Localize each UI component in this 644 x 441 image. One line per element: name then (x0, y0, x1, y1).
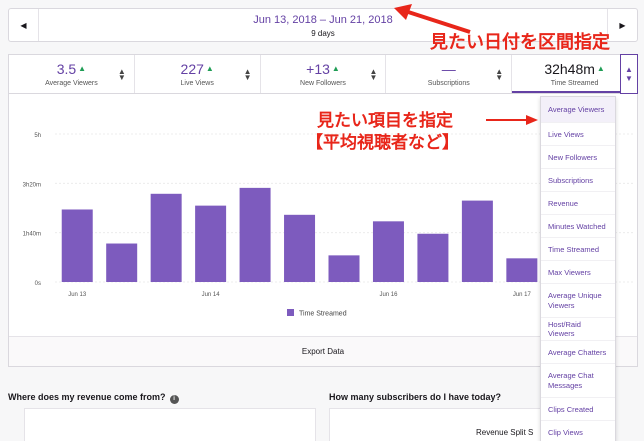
annotation-date-note: 見たい日付を区間指定 (430, 32, 610, 52)
annotation-metric-note2: 【平均視聴者など】 (306, 133, 459, 152)
annotation-arrows (394, 4, 538, 125)
metric-arrow-head (526, 115, 538, 125)
